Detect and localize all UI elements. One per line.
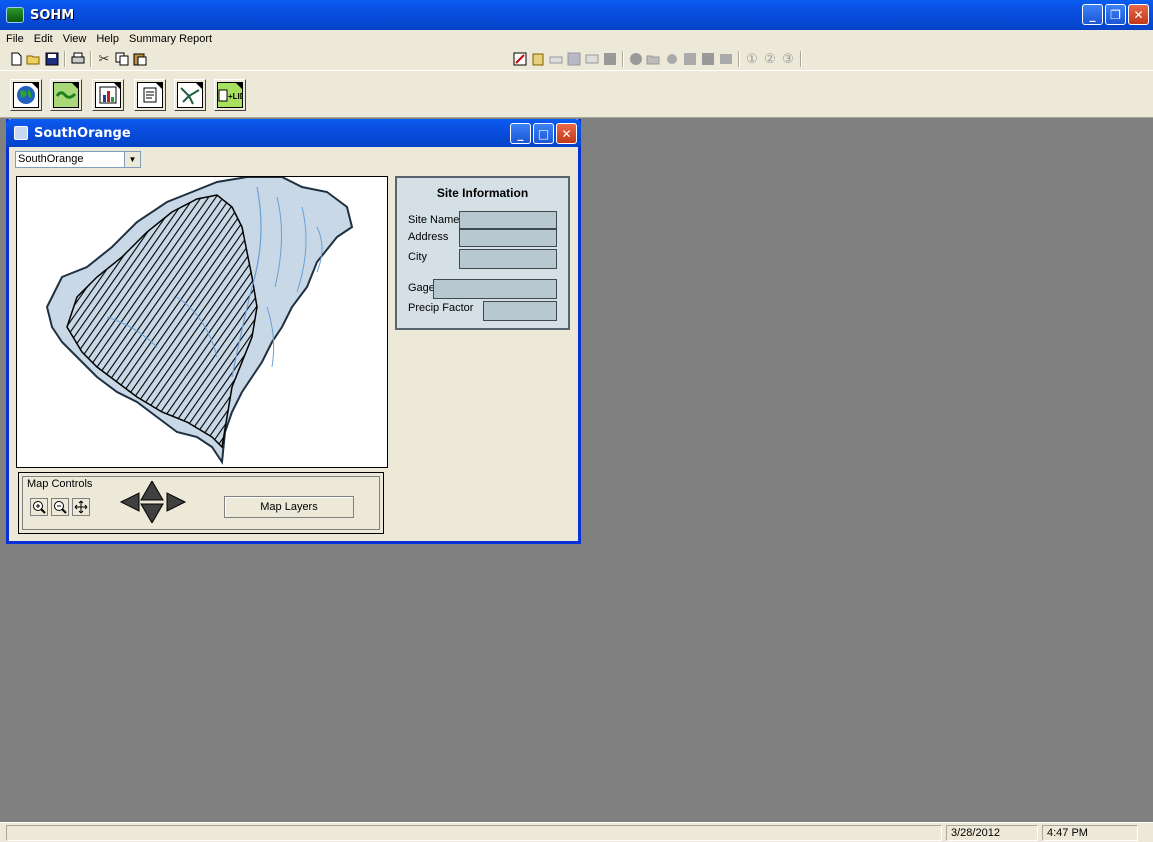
city-label: City xyxy=(408,251,427,263)
menu-bar: File Edit View Help Summary Report xyxy=(0,30,1153,48)
step-1-icon: ① xyxy=(746,51,758,66)
precip-factor-field[interactable] xyxy=(483,301,557,321)
save-disabled-icon xyxy=(566,51,582,67)
new-file-icon[interactable] xyxy=(8,51,24,67)
save-icon[interactable] xyxy=(44,51,60,67)
module-toolbar: +LID xyxy=(0,70,1153,118)
paste-icon[interactable] xyxy=(132,51,148,67)
network-icon[interactable] xyxy=(174,79,206,111)
gage-label: Gage xyxy=(408,282,435,294)
address-field[interactable] xyxy=(459,229,557,247)
child-window-controls: _ □ ✕ xyxy=(510,123,577,144)
step-2-icon: ② xyxy=(764,51,776,66)
open-disabled-icon xyxy=(646,51,662,67)
status-bar: 3/28/2012 4:47 PM xyxy=(0,822,1153,842)
print-icon[interactable] xyxy=(70,51,86,67)
child-minimize-button[interactable]: _ xyxy=(510,123,531,144)
window-controls: _ ❐ ✕ xyxy=(1082,4,1149,25)
pan-icon[interactable] xyxy=(72,498,90,516)
map-icon[interactable] xyxy=(50,79,82,111)
grid-icon xyxy=(602,51,618,67)
site-name-field[interactable] xyxy=(459,211,557,229)
city-field[interactable] xyxy=(459,249,557,269)
layer-icon xyxy=(682,51,698,67)
standard-toolbar: ✂ ① ② ③ xyxy=(0,48,1153,70)
close-button[interactable]: ✕ xyxy=(1128,4,1149,25)
pan-arrows xyxy=(119,481,187,523)
table-icon xyxy=(584,51,600,67)
dropdown-value: SouthOrange xyxy=(18,153,84,165)
globe-icon[interactable] xyxy=(10,79,42,111)
status-message xyxy=(6,825,942,841)
restore-button[interactable]: ❐ xyxy=(1105,4,1126,25)
app-title: SOHM xyxy=(30,7,75,23)
circle-icon xyxy=(628,51,644,67)
watershed-dropdown[interactable]: SouthOrange ▼ xyxy=(15,151,141,168)
pan-left-arrow-icon[interactable] xyxy=(119,492,140,512)
menu-view[interactable]: View xyxy=(63,33,87,45)
status-date: 3/28/2012 xyxy=(946,825,1038,841)
cut-icon[interactable]: ✂ xyxy=(96,51,112,67)
menu-file[interactable]: File xyxy=(6,33,24,45)
child-title: SouthOrange xyxy=(34,125,131,141)
map-view[interactable] xyxy=(16,176,388,468)
southorange-window: SouthOrange _ □ ✕ SouthOrange ▼ Site Inf… xyxy=(6,119,581,544)
zoom-out-icon[interactable] xyxy=(51,498,69,516)
print-disabled-icon xyxy=(548,51,564,67)
svg-text:+LID: +LID xyxy=(228,92,242,101)
zoom-in-icon[interactable] xyxy=(30,498,48,516)
lid-icon[interactable]: +LID xyxy=(214,79,246,111)
copy-icon[interactable] xyxy=(114,51,130,67)
chart-icon[interactable] xyxy=(92,79,124,111)
watershed-map xyxy=(45,177,354,465)
minimize-button[interactable]: _ xyxy=(1082,4,1103,25)
site-name-label: Site Name xyxy=(408,214,460,226)
open-folder-icon[interactable] xyxy=(26,51,42,67)
gage-field[interactable] xyxy=(433,279,557,299)
child-close-button[interactable]: ✕ xyxy=(556,123,577,144)
site-info-title: Site Information xyxy=(436,186,529,200)
menu-edit[interactable]: Edit xyxy=(34,33,53,45)
menu-help[interactable]: Help xyxy=(96,33,119,45)
site-information-panel: Site Information Site Name Address City … xyxy=(395,176,570,330)
menu-summary-report[interactable]: Summary Report xyxy=(129,33,212,45)
tools-icon xyxy=(664,51,680,67)
map-layers-button[interactable]: Map Layers xyxy=(224,496,354,518)
report-icon[interactable] xyxy=(134,79,166,111)
pan-up-arrow-icon[interactable] xyxy=(140,481,164,501)
map-controls-group: Map Controls Map Layers xyxy=(18,472,384,534)
child-maximize-button[interactable]: □ xyxy=(533,123,554,144)
pan-down-arrow-icon[interactable] xyxy=(140,503,164,523)
child-titlebar: SouthOrange _ □ ✕ xyxy=(6,119,581,147)
block-icon xyxy=(700,51,716,67)
edit-icon[interactable] xyxy=(512,51,528,67)
status-time: 4:47 PM xyxy=(1042,825,1138,841)
app-icon xyxy=(6,7,24,23)
step-3-icon: ③ xyxy=(782,51,794,66)
pan-right-arrow-icon[interactable] xyxy=(166,492,187,512)
map-controls-label: Map Controls xyxy=(27,478,93,490)
window-icon xyxy=(14,126,28,140)
address-label: Address xyxy=(408,231,449,243)
clipboard-icon[interactable] xyxy=(530,51,546,67)
stack-icon xyxy=(718,51,734,67)
app-titlebar: SOHM _ ❐ ✕ xyxy=(0,0,1153,30)
chevron-down-icon[interactable]: ▼ xyxy=(124,152,140,167)
precip-factor-label: Precip Factor xyxy=(408,302,474,314)
